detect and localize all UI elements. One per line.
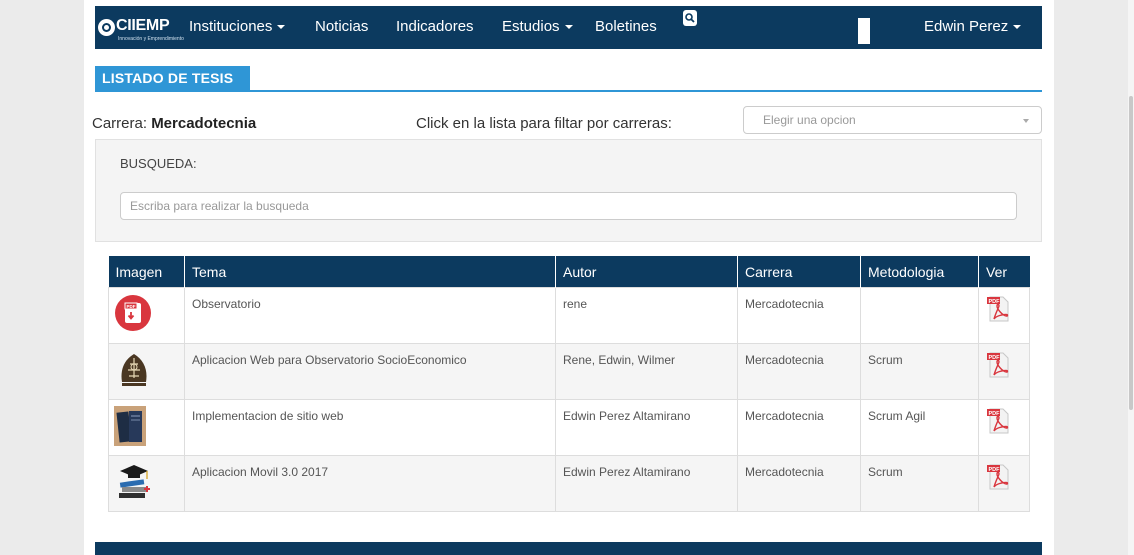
graduation-books-icon [119, 465, 150, 498]
nav-indicadores[interactable]: Indicadores [396, 18, 474, 35]
nav-boletines[interactable]: Boletines [595, 18, 657, 35]
caret-down-icon [277, 25, 286, 30]
table-cell-tema: Aplicacion Web para Observatorio SocioEc… [184, 343, 556, 400]
nav-estudios-label: Estudios [502, 18, 560, 35]
column-header-metodologia[interactable]: Metodologia [860, 256, 979, 288]
thesis-table: Imagen Tema Autor Carrera Metodologia Ve… [108, 256, 1030, 512]
search-panel: BUSQUEDA: [95, 139, 1042, 242]
carrera-select-placeholder: Elegir una opcion [763, 113, 856, 127]
nav-noticias[interactable]: Noticias [315, 18, 368, 35]
table-row: Aplicacion Movil 3.0 2017 Edwin Perez Al… [108, 455, 1030, 512]
user-menu[interactable]: Edwin Perez [924, 18, 1022, 35]
table-cell-tema: Aplicacion Movil 3.0 2017 [184, 455, 556, 512]
carrera-select[interactable]: Elegir una opcion [743, 106, 1042, 134]
caret-down-icon [564, 25, 573, 30]
table-cell-imagen [108, 343, 185, 400]
nav-instituciones[interactable]: Instituciones [189, 18, 286, 35]
table-cell-tema: Implementacion de sitio web [184, 399, 556, 456]
table-cell-imagen [108, 399, 185, 456]
table-cell-ver: PDF [978, 343, 1030, 400]
page-title: LISTADO DE TESIS [95, 66, 250, 90]
table-cell-ver: PDF [978, 399, 1030, 456]
table-cell-imagen: PDF [108, 287, 185, 344]
pdf-badge-icon: PDF [115, 295, 151, 331]
table-cell-tema: Observatorio [184, 287, 556, 344]
table-cell-metodologia: Scrum Agil [860, 399, 979, 456]
top-navbar: CIIEMP Innovación y Emprendimiento Insti… [95, 6, 1042, 49]
footer-band [95, 542, 1042, 555]
nav-indicadores-label: Indicadores [396, 18, 474, 35]
filter-hint: Click en la lista para filtar por carrer… [416, 115, 672, 132]
brand-name: CIIEMP [116, 17, 170, 34]
column-header-tema[interactable]: Tema [184, 256, 556, 288]
nav-estudios[interactable]: Estudios [502, 18, 573, 35]
pdf-file-icon[interactable]: PDF [987, 295, 1011, 323]
brand-logo[interactable]: CIIEMP Innovación y Emprendimiento [98, 13, 186, 43]
search-label: BUSQUEDA: [120, 156, 197, 171]
table-cell-autor: rene [555, 287, 738, 344]
chevron-down-icon [1023, 119, 1029, 123]
nav-noticias-label: Noticias [315, 18, 369, 35]
table-cell-metodologia [860, 287, 979, 344]
table-header-row: Imagen Tema Autor Carrera Metodologia Ve… [108, 256, 1030, 288]
table-cell-ver: PDF [978, 287, 1030, 344]
column-header-imagen[interactable]: Imagen [108, 256, 185, 288]
table-row: Implementacion de sitio web Edwin Perez … [108, 399, 1030, 456]
title-divider [95, 90, 1042, 92]
table-cell-carrera: Mercadotecnia [737, 455, 861, 512]
brand-swirl-icon [98, 19, 115, 36]
table-cell-imagen [108, 455, 185, 512]
table-cell-autor: Rene, Edwin, Wilmer [555, 343, 738, 400]
column-header-autor[interactable]: Autor [555, 256, 738, 288]
column-header-carrera[interactable]: Carrera [737, 256, 861, 288]
search-input[interactable] [120, 192, 1017, 220]
user-name: Edwin Perez [924, 18, 1009, 35]
observatorio-logo-icon [121, 354, 147, 386]
table-cell-carrera: Mercadotecnia [737, 343, 861, 400]
pdf-file-icon[interactable]: PDF [987, 407, 1011, 435]
user-avatar-placeholder [858, 18, 870, 44]
table-cell-metodologia: Scrum [860, 343, 979, 400]
column-header-ver[interactable]: Ver [978, 256, 1030, 288]
pdf-file-icon[interactable]: PDF [987, 351, 1011, 379]
table-cell-metodologia: Scrum [860, 455, 979, 512]
table-cell-autor: Edwin Perez Altamirano [555, 399, 738, 456]
table-row: Aplicacion Web para Observatorio SocioEc… [108, 343, 1030, 400]
nav-boletines-label: Boletines [595, 18, 657, 35]
nav-instituciones-label: Instituciones [189, 18, 273, 35]
svg-text:PDF: PDF [127, 304, 136, 309]
carrera-info: Carrera: Mercadotecnia [92, 115, 256, 132]
books-icon [114, 406, 146, 446]
brand-tagline: Innovación y Emprendimiento [118, 36, 184, 42]
search-icon[interactable] [683, 10, 697, 26]
pdf-file-icon[interactable]: PDF [987, 463, 1011, 491]
scrollbar-thumb[interactable] [1129, 96, 1133, 410]
table-cell-ver: PDF [978, 455, 1030, 512]
table-cell-autor: Edwin Perez Altamirano [555, 455, 738, 512]
table-cell-carrera: Mercadotecnia [737, 287, 861, 344]
table-row: PDF Observatorio rene Mercadotecnia PDF [108, 287, 1030, 344]
caret-down-icon [1013, 25, 1022, 30]
table-cell-carrera: Mercadotecnia [737, 399, 861, 456]
carrera-value: Mercadotecnia [151, 115, 257, 132]
carrera-label: Carrera: [92, 115, 148, 132]
